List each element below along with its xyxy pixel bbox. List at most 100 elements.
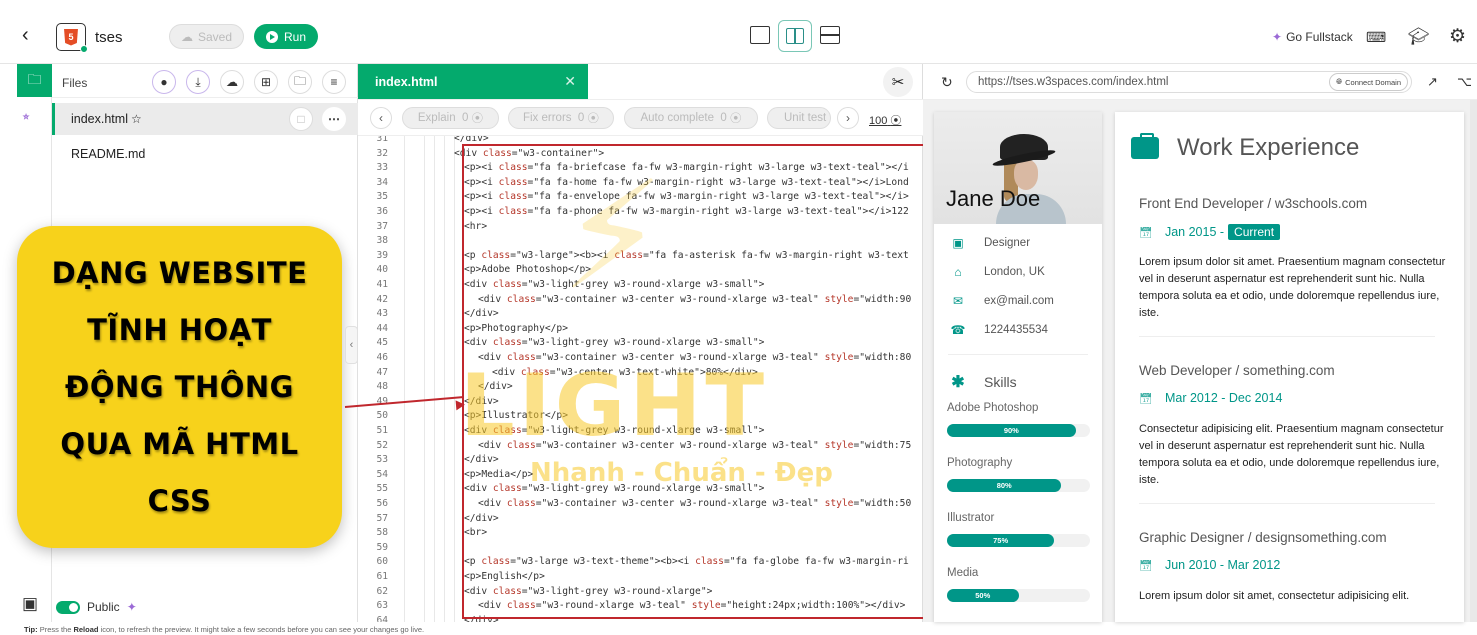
close-icon[interactable]: ✕	[564, 73, 576, 90]
line-number: 64	[376, 614, 388, 622]
layout-single-pane-button[interactable]	[750, 26, 770, 44]
run-button[interactable]: Run	[254, 24, 318, 49]
collapse-panel-handle[interactable]: ‹	[345, 326, 358, 364]
skill-progress-bar: 80%	[947, 479, 1090, 492]
github-icon[interactable]: ●	[152, 70, 176, 94]
open-external-icon[interactable]: ↗	[1427, 74, 1438, 90]
url-bar[interactable]: https://tses.w3spaces.com/index.html 🌐︎ C…	[966, 71, 1412, 93]
connect-domain-button[interactable]: 🌐︎ Connect Domain	[1329, 73, 1408, 91]
job-title: Web Developer / something.com	[1139, 363, 1335, 378]
chip-icon[interactable]: ▣	[22, 594, 38, 614]
saved-button[interactable]: ☁ Saved	[169, 24, 244, 49]
briefcase-icon: ▣	[952, 236, 964, 250]
info-text: Designer	[984, 237, 1031, 249]
ai-label: Explain	[417, 112, 456, 124]
play-icon	[265, 30, 278, 43]
skills-heading: ✱ Skills	[948, 372, 1016, 392]
profile-photo: Jane Doe	[934, 112, 1102, 224]
job-date-text: Mar 2012 - Dec 2014	[1164, 391, 1283, 405]
layout-split-horizontal-button[interactable]	[820, 26, 840, 44]
scroll-right-chevron-icon[interactable]: ›	[837, 107, 859, 129]
ai-toolbar: ‹ Explain 0 ⦿ Fix errors 0 ⦿ Auto comple…	[358, 99, 923, 136]
asterisk-icon: ✱	[951, 374, 965, 391]
suitcase-icon	[1131, 133, 1159, 159]
keyboard-icon[interactable]: ⌨	[1366, 29, 1386, 46]
line-number: 43	[376, 308, 388, 320]
job-date-text: Jan 2015 -	[1164, 225, 1225, 239]
ai-label: Auto complete	[640, 112, 714, 124]
scroll-left-chevron-icon[interactable]: ‹	[370, 107, 392, 129]
promo-line: ĐỘNG THÔNG	[65, 369, 294, 404]
go-fullstack-button[interactable]: ✦ Go Fullstack	[1272, 30, 1353, 44]
promo-line: TĨNH HOẠT	[87, 312, 272, 347]
clipboard-icon[interactable]: □	[289, 107, 313, 131]
url-text: https://tses.w3spaces.com/index.html	[978, 76, 1169, 88]
line-number: 41	[376, 279, 388, 290]
envelope-icon: ✉	[952, 294, 964, 308]
more-options-icon[interactable]: ⋯	[322, 107, 346, 131]
skill-name: Media	[947, 567, 979, 579]
star-icon[interactable]: ☆	[131, 112, 142, 126]
info-text: London, UK	[984, 266, 1045, 278]
job-date: 📅︎ Jan 2015 - Current	[1139, 224, 1281, 240]
skill-progress-fill: 90%	[947, 424, 1076, 437]
download-icon[interactable]: ⤓	[186, 70, 210, 94]
file-name: README.md	[71, 147, 146, 161]
info-row: ☎ 1224435534	[948, 323, 1048, 337]
job-date: 📅︎ Mar 2012 - Dec 2014	[1139, 391, 1282, 405]
back-chevron-left-icon[interactable]: ‹	[22, 24, 29, 47]
new-folder-icon[interactable]: 🗀︎	[288, 70, 312, 94]
fix-errors-button[interactable]: Fix errors 0 ⦿	[508, 107, 614, 129]
unit-test-button[interactable]: Unit test	[767, 107, 831, 129]
credits-icon: ⦿	[890, 115, 902, 127]
graduation-cap-icon[interactable]: 🎓︎	[1408, 27, 1430, 47]
gear-icon[interactable]: ⚙	[1449, 25, 1466, 48]
tools-icon[interactable]: ✂	[883, 67, 913, 97]
tip-part: icon, to refresh the preview. It might t…	[98, 625, 425, 634]
work-experience-heading: Work Experience	[1131, 133, 1359, 162]
cloud-upload-icon[interactable]: ☁	[220, 70, 244, 94]
public-toggle[interactable]: Public ✦	[56, 600, 137, 614]
line-number: 37	[376, 220, 388, 232]
auto-complete-button[interactable]: Auto complete 0 ⦿	[624, 107, 758, 129]
project-name: tses	[95, 29, 123, 46]
line-number: 51	[376, 425, 388, 436]
filter-icon[interactable]: ≡	[322, 70, 346, 94]
files-folder-icon[interactable]: 🗀︎	[17, 64, 52, 97]
explain-button[interactable]: Explain 0 ⦿	[402, 107, 499, 129]
file-item-readme[interactable]: README.md	[52, 138, 358, 170]
job-title: Graphic Designer / designsomething.com	[1139, 530, 1387, 545]
share-icon[interactable]: ⌥	[1457, 74, 1472, 90]
line-number: 50	[376, 410, 388, 422]
public-label: Public	[87, 600, 120, 614]
line-number: 59	[376, 541, 388, 553]
layout-split-vertical-button[interactable]	[778, 20, 812, 52]
skill-name: Photography	[947, 457, 1013, 469]
line-number: 39	[376, 249, 388, 261]
line-number: 62	[376, 585, 388, 597]
sparkle-icon: ✦	[1272, 30, 1283, 44]
reload-icon[interactable]: ↻	[941, 74, 953, 91]
ai-count: 0	[720, 112, 727, 124]
skill-name: Illustrator	[947, 512, 995, 524]
calendar-icon: 📅︎	[1139, 559, 1153, 572]
job-description: Consectetur adipisicing elit. Praesentiu…	[1139, 423, 1444, 486]
robot-icon[interactable]: ⭒	[22, 108, 30, 125]
go-fullstack-label: Go Fullstack	[1286, 30, 1353, 44]
connect-domain-label: Connect Domain	[1345, 77, 1401, 87]
toggle-switch[interactable]	[56, 600, 80, 614]
html5-icon: 5	[56, 23, 88, 53]
tab-index-html[interactable]: index.html ✕	[358, 64, 588, 99]
line-number: 46	[376, 352, 388, 363]
new-file-icon[interactable]: ⊞	[254, 70, 278, 94]
tip-part: Press the	[37, 625, 74, 634]
job-date: 📅︎ Jun 2010 - Mar 2012	[1139, 558, 1280, 572]
preview-toolbar: ↻ https://tses.w3spaces.com/index.html 🌐…	[923, 64, 1477, 100]
file-item-index-html[interactable]: index.html ☆ □ ⋯	[52, 103, 358, 135]
preview-scrollbar[interactable]	[1470, 100, 1477, 622]
line-number: 54	[376, 468, 388, 480]
line-number: 44	[376, 322, 388, 334]
credits-counter[interactable]: 100 ⦿	[869, 112, 901, 128]
phone-icon: ☎	[950, 323, 966, 337]
skill-progress-bar: 50%	[947, 589, 1090, 602]
